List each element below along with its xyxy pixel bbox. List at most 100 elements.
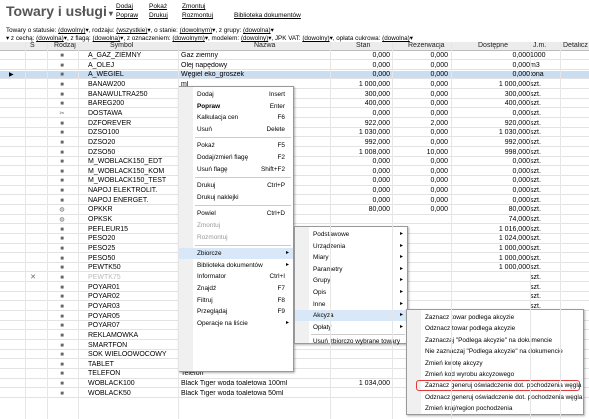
toolbar-drukuj-link[interactable]: Drukuj [149,12,168,19]
filter-value-dropdown[interactable]: (dowolnym) [172,35,205,42]
cell-jm: szt. [530,158,541,166]
table-row[interactable]: ■ A_OLEJ Olej napędowy 0,000 0,000 0,000 m3 [0,62,589,70]
menu-item-znajdź[interactable]: Znajdź F7 [179,283,293,294]
table-row[interactable]: ■M_WOBLACK150_EDTEdt0,0000,0000,000szt. [0,158,589,167]
filter-value-dropdown[interactable]: (dowolny) [241,35,268,42]
akcyza-item[interactable]: Zaznaczaj "Podlega akcyzie" na dokumenci… [407,335,583,346]
chevron-right-icon: ▸ [399,312,403,319]
table-row[interactable]: ■M_WOBLACK150_KOMKomis0,0000,0000,000szt… [0,168,589,176]
table-row[interactable]: ✂ DOSTAWA 0,000 0,000 0,000 szt. [0,109,589,119]
akcyza-item[interactable]: Zaznacz generuj oświadczenie dot. pochod… [407,380,583,392]
akcyza-item[interactable]: Odznacz generuj oświadczenie dot. pochod… [407,392,583,403]
submenu-item-podstawowe[interactable]: Podstawowe ▸ [295,229,407,240]
column-header[interactable]: Symbol [110,42,133,49]
submenu-item-parametry[interactable]: Parametry ▸ [295,264,407,275]
cell-rezerwacja: 0,000 [430,167,448,175]
table-row[interactable]: ■ A_GAZ_ZIEMNY Gaz ziemny 0,000 0,000 0,000 10… [0,52,589,61]
menu-item-kalkulacja-cen[interactable]: Kalkulacja cen F6 [179,112,293,123]
column-header[interactable]: Nazwa [254,42,275,49]
filter-value-dropdown[interactable]: (dowolna) [36,35,64,42]
cell-jm: szt. [530,254,541,262]
table-row[interactable]: ◍ OPKKR 80,000 0,000 80,000 szt. [0,206,589,215]
title-dropdown-icon[interactable]: ▾ [109,9,113,18]
cell-rezerwacja: 0,000 [430,100,448,108]
column-header[interactable]: J.m. [533,42,546,49]
filter-value-dropdown[interactable]: (dowolna) [382,35,410,42]
table-row[interactable]: ■ DZSO100 1 030,000 0,000 1 030,000 szt. [0,129,589,138]
toolbar-zmontuj-link[interactable]: Zmontuj [182,3,205,10]
column-header[interactable]: Rodzaj [54,42,76,49]
filter-value-dropdown[interactable]: (dowolny) [302,35,329,42]
filter-value-dropdown[interactable]: (dowolnym) [180,27,213,34]
column-header[interactable]: Stan [356,42,370,49]
toolbar-dodaj-link[interactable]: Dodaj [116,3,133,10]
column-header[interactable]: S [30,42,35,49]
menu-item-powiel[interactable]: Powiel Ctrl+D [179,208,293,219]
cell-jm: szt. [530,109,541,117]
filter-label: ▾, z grupy: [212,27,243,34]
table-row[interactable]: ■ DZSO20 992,000 0,000 992,000 szt. [0,139,589,148]
table-row[interactable]: ■BAREG200erujący 2400,0000,000400,000szt… [0,100,589,109]
toolbar-pokaż-link[interactable]: Pokaż [149,3,167,10]
rodzaj-icon: ■ [60,72,64,79]
table-row[interactable]: ■ DZSO50 1 008,000 10,000 998,000 szt. [0,149,589,157]
toolbar-biblioteka-link[interactable]: Biblioteka dokumentów [234,12,301,19]
menu-item-dodaj[interactable]: Dodaj Insert [179,89,293,100]
cell-symbol: BANAWULTRA250 [88,90,148,98]
menu-item-przeglądaj[interactable]: Przeglądaj F9 [179,306,293,317]
rodzaj-icon: ■ [60,313,64,320]
column-header[interactable]: Dostępne [478,42,508,49]
submenu-item-grupy[interactable]: Grupy ▸ [295,275,407,286]
column-header[interactable]: Detalicz [563,42,588,49]
cell-jm: szt. [530,187,541,195]
menu-item-shortcut: F9 [277,308,285,316]
menu-item-shortcut: Shift+F2 [261,165,285,173]
table-row[interactable]: ▶ ■ A_WEGIEL Węgiel eko_groszek 0,000 0,000 0,… [0,71,589,80]
column-header[interactable]: Rezerwacja [408,42,445,49]
menu-item-informator[interactable]: Informator Ctrl+I [179,271,293,282]
filter-value-dropdown[interactable]: (dowolna) [243,27,271,34]
table-row[interactable]: ■ NAPÓJ ENERGET. 0,000 0,000 0,000 szt. [0,197,589,205]
akcyza-item[interactable]: Zmień kwotę akcyzy [407,358,583,369]
menu-item-popraw[interactable]: Popraw Enter [179,101,293,112]
akcyza-item[interactable]: Odznacz towar podlega akcyzie [407,323,583,334]
submenu-item-inne[interactable]: Inne ▸ [295,299,407,310]
menu-item-pokaż[interactable]: Pokaż F5 [179,140,293,151]
table-row[interactable]: ■ DZFOREVER 922,000 2,000 920,000 szt. [0,120,589,128]
filter-value-dropdown[interactable]: (dowolna) [93,35,121,42]
submenu-item-miary[interactable]: Miary ▸ [295,252,407,263]
menu-item-operacje-na-liście[interactable]: Operacje na liście ▸ [179,318,293,329]
table-row[interactable]: ◍ OPKSK 74,000 szt. [0,216,589,225]
menu-item-filtruj[interactable]: Filtruj F8 [179,295,293,306]
akcyza-item[interactable]: Zmień kod wyrobu akcyzowego [407,369,583,380]
menu-item-zbiorcze[interactable]: Zbiorcze ▸ [179,248,293,260]
cell-symbol: DOSTAWA [88,109,123,117]
submenu-item-urządzenia[interactable]: Urządzenia▸ [295,241,407,252]
table-row[interactable]: ■M_WOBLACK150_TESTTester0,0000,0000,000s… [0,177,589,186]
menu-item-usuń[interactable]: Usuń Delete [179,124,293,135]
menu-item-label: Nie zaznaczaj "Podlega akcyzie" na dokum… [425,348,563,356]
table-row[interactable]: ■ BANAW200 ml 1 000,000 0,000 1 000,000 szt. [0,81,589,90]
akcyza-item[interactable]: Zmień kraj/region pochodzenia [407,403,583,414]
akcyza-item[interactable]: Zaznacz towar podlega akcyzie [407,312,583,323]
submenu-item-akcyza[interactable]: Akcyza ▸ [295,310,407,322]
akcyza-item[interactable]: Nie zaznaczaj "Podlega akcyzie" na dokum… [407,346,583,357]
table-row[interactable]: ■ NAPÓJ ELEKTROLIT. 0,000 0,000 0,000 szt. [0,187,589,196]
table-row[interactable]: ■BANAWULTRA250otlenienie300,0000,000300,… [0,91,589,99]
filter-value-dropdown[interactable]: (dowolny) [58,27,85,34]
submenu-item-opis[interactable]: Opis ▸ [295,287,407,298]
toolbar-popraw-link[interactable]: Popraw [116,12,138,19]
filter-value-dropdown[interactable]: (wszystkie) [116,27,147,34]
column-divider [392,42,393,419]
menu-item-drukuj[interactable]: Drukuj Ctrl+P [179,180,293,191]
cell-symbol: WOBLACK100 [88,380,135,388]
submenu-item-usuń-zbiorczo-wybrane-towary[interactable]: Usuń zbiorczo wybrane towary [295,336,407,347]
cell-stan: 0,000 [372,52,390,59]
toolbar-rozmontuj-link[interactable]: Rozmontuj [182,12,213,19]
rodzaj-icon: ■ [60,168,64,175]
menu-item-dodaj-zmień-flagę[interactable]: Dodaj/zmień flagę F2 [179,152,293,163]
menu-item-biblioteka-dokumentów[interactable]: Biblioteka dokumentów ▸ [179,260,293,271]
submenu-item-opłaty[interactable]: Opłaty ▸ [295,322,407,333]
menu-item-drukuj-naklejki[interactable]: Drukuj naklejki [179,192,293,203]
menu-item-usuń-flagę[interactable]: Usuń flagę Shift+F2 [179,164,293,175]
